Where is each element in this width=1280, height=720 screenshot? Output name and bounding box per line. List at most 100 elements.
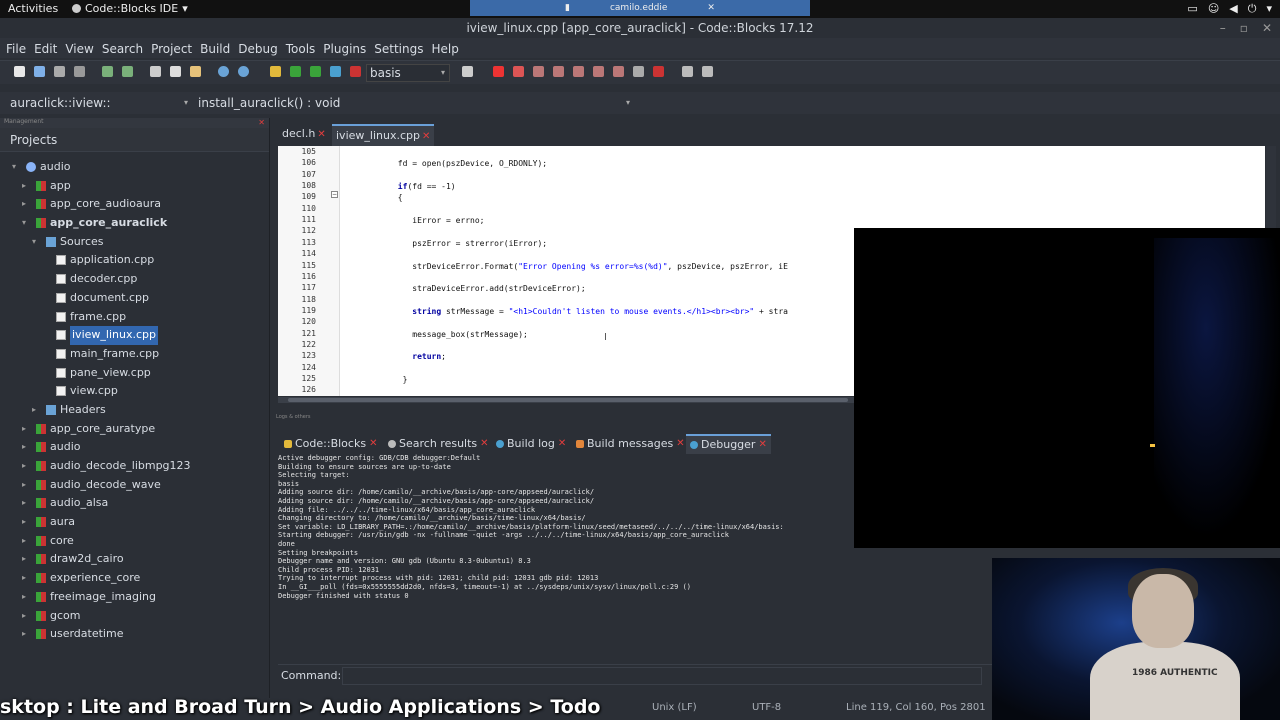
command-input[interactable] [342, 667, 982, 685]
open-icon[interactable] [34, 66, 45, 77]
paste-icon[interactable] [190, 66, 201, 77]
stop-debugger-icon[interactable] [653, 66, 664, 77]
menu-settings[interactable]: Settings [374, 38, 431, 58]
battery-icon[interactable]: ▭ [1187, 2, 1197, 16]
tree-item[interactable]: ▸ audio [0, 438, 269, 457]
menu-help[interactable]: Help [431, 38, 466, 58]
tree-item[interactable]: ▸ userdatetime [0, 625, 269, 644]
menu-project[interactable]: Project [151, 38, 200, 58]
build-run-icon[interactable] [310, 66, 321, 77]
close-icon[interactable]: ✕ [369, 434, 377, 454]
expand-icon[interactable]: ▸ [22, 625, 26, 644]
collapse-icon[interactable]: ▾ [12, 158, 16, 177]
function-select[interactable]: install_auraclick() : void ▾ [198, 94, 632, 112]
minimize-icon[interactable]: – [1220, 18, 1226, 38]
scope-select[interactable]: auraclick::iview:: ▾ [10, 94, 190, 112]
build-icon[interactable] [270, 66, 281, 77]
cut-icon[interactable] [150, 66, 161, 77]
tree-item[interactable]: ▸ experience_core [0, 569, 269, 588]
save-icon[interactable] [54, 66, 65, 77]
tree-item[interactable]: ▸ core [0, 532, 269, 551]
debug-windows-icon[interactable] [682, 66, 693, 77]
step-out-icon[interactable] [573, 66, 584, 77]
tree-item[interactable]: iview_linux.cpp [0, 326, 269, 345]
tree-item[interactable]: application.cpp [0, 251, 269, 270]
menu-edit[interactable]: Edit [34, 38, 65, 58]
tree-item[interactable]: ▸ audio_decode_wave [0, 476, 269, 495]
fold-marker-icon[interactable]: − [331, 191, 338, 198]
tree-item[interactable]: ▸ audio_alsa [0, 494, 269, 513]
close-icon[interactable]: ✕ [258, 118, 265, 127]
close-icon[interactable]: ✕ [1262, 18, 1272, 38]
tree-item[interactable]: pane_view.cpp [0, 364, 269, 383]
tree-item[interactable]: ▸ app_core_auratype [0, 420, 269, 439]
expand-icon[interactable]: ▸ [22, 607, 26, 626]
tree-item[interactable]: view.cpp [0, 382, 269, 401]
menu-tools[interactable]: Tools [286, 38, 324, 58]
expand-icon[interactable]: ▸ [22, 457, 26, 476]
menu-view[interactable]: View [65, 38, 101, 58]
debug-start-icon[interactable] [493, 66, 504, 77]
tab-decl-h[interactable]: decl.h ✕ [278, 124, 330, 146]
menu-search[interactable]: Search [102, 38, 151, 58]
maximize-icon[interactable]: ▫ [1240, 18, 1248, 38]
new-file-icon[interactable] [14, 66, 25, 77]
step-into-icon[interactable] [553, 66, 564, 77]
save-all-icon[interactable] [74, 66, 85, 77]
tree-item[interactable]: document.cpp [0, 289, 269, 308]
menu-plugins[interactable]: Plugins [323, 38, 374, 58]
tab-debugger[interactable]: Debugger ✕ [686, 434, 771, 454]
expand-icon[interactable]: ▸ [22, 177, 26, 196]
next-instruction-icon[interactable] [593, 66, 604, 77]
accessibility-icon[interactable]: ☺ [1208, 2, 1219, 16]
tree-item[interactable]: ▸ gcom [0, 607, 269, 626]
tree-item[interactable]: ▸ freeimage_imaging [0, 588, 269, 607]
tab-projects[interactable]: Projects [0, 128, 269, 152]
chevron-down-icon[interactable]: ▾ [1266, 2, 1272, 16]
menu-build[interactable]: Build [200, 38, 238, 58]
expand-icon[interactable]: ▸ [22, 438, 26, 457]
tree-item[interactable]: ▾ audio [0, 158, 269, 177]
volume-icon[interactable]: ◀ [1229, 2, 1237, 16]
redo-icon[interactable] [122, 66, 133, 77]
close-icon[interactable]: ✕ [707, 3, 715, 13]
tree-item[interactable]: ▸ app [0, 177, 269, 196]
expand-icon[interactable]: ▸ [22, 569, 26, 588]
undo-icon[interactable] [102, 66, 113, 77]
menu-debug[interactable]: Debug [238, 38, 285, 58]
close-icon[interactable]: ✕ [317, 129, 325, 140]
tab-iview-linux-cpp[interactable]: iview_linux.cpp ✕ [332, 124, 435, 146]
expand-icon[interactable]: ▸ [22, 532, 26, 551]
power-icon[interactable]: ⏻ [1248, 2, 1257, 16]
expand-icon[interactable]: ▸ [22, 420, 26, 439]
tree-item[interactable]: decoder.cpp [0, 270, 269, 289]
show-targets-icon[interactable] [462, 66, 473, 77]
tab-build-log[interactable]: Build log ✕ [496, 434, 566, 454]
tree-item[interactable]: ▸ aura [0, 513, 269, 532]
expand-icon[interactable]: ▸ [22, 588, 26, 607]
expand-icon[interactable]: ▸ [22, 195, 26, 214]
tree-item[interactable]: ▸ Headers [0, 401, 269, 420]
find-icon[interactable] [218, 66, 229, 77]
expand-icon[interactable]: ▸ [32, 401, 36, 420]
activities-button[interactable]: Activities [8, 2, 58, 15]
tree-item[interactable]: main_frame.cpp [0, 345, 269, 364]
close-icon[interactable]: ✕ [676, 434, 684, 454]
tree-item[interactable]: frame.cpp [0, 308, 269, 327]
close-icon[interactable]: ✕ [480, 434, 488, 454]
tab-build-messages[interactable]: Build messages ✕ [576, 434, 685, 454]
expand-icon[interactable]: ▸ [22, 494, 26, 513]
tree-item[interactable]: ▾ Sources [0, 233, 269, 252]
break-debugger-icon[interactable] [633, 66, 644, 77]
scrollbar-thumb[interactable] [288, 398, 848, 402]
abort-icon[interactable] [350, 66, 361, 77]
copy-icon[interactable] [170, 66, 181, 77]
close-icon[interactable]: ✕ [758, 435, 766, 455]
tab-search-results[interactable]: Search results ✕ [388, 434, 489, 454]
run-icon[interactable] [290, 66, 301, 77]
rebuild-icon[interactable] [330, 66, 341, 77]
expand-icon[interactable]: ▸ [22, 476, 26, 495]
close-icon[interactable]: ✕ [558, 434, 566, 454]
close-icon[interactable]: ✕ [422, 131, 430, 142]
tree-item[interactable]: ▸ app_core_audioaura [0, 195, 269, 214]
